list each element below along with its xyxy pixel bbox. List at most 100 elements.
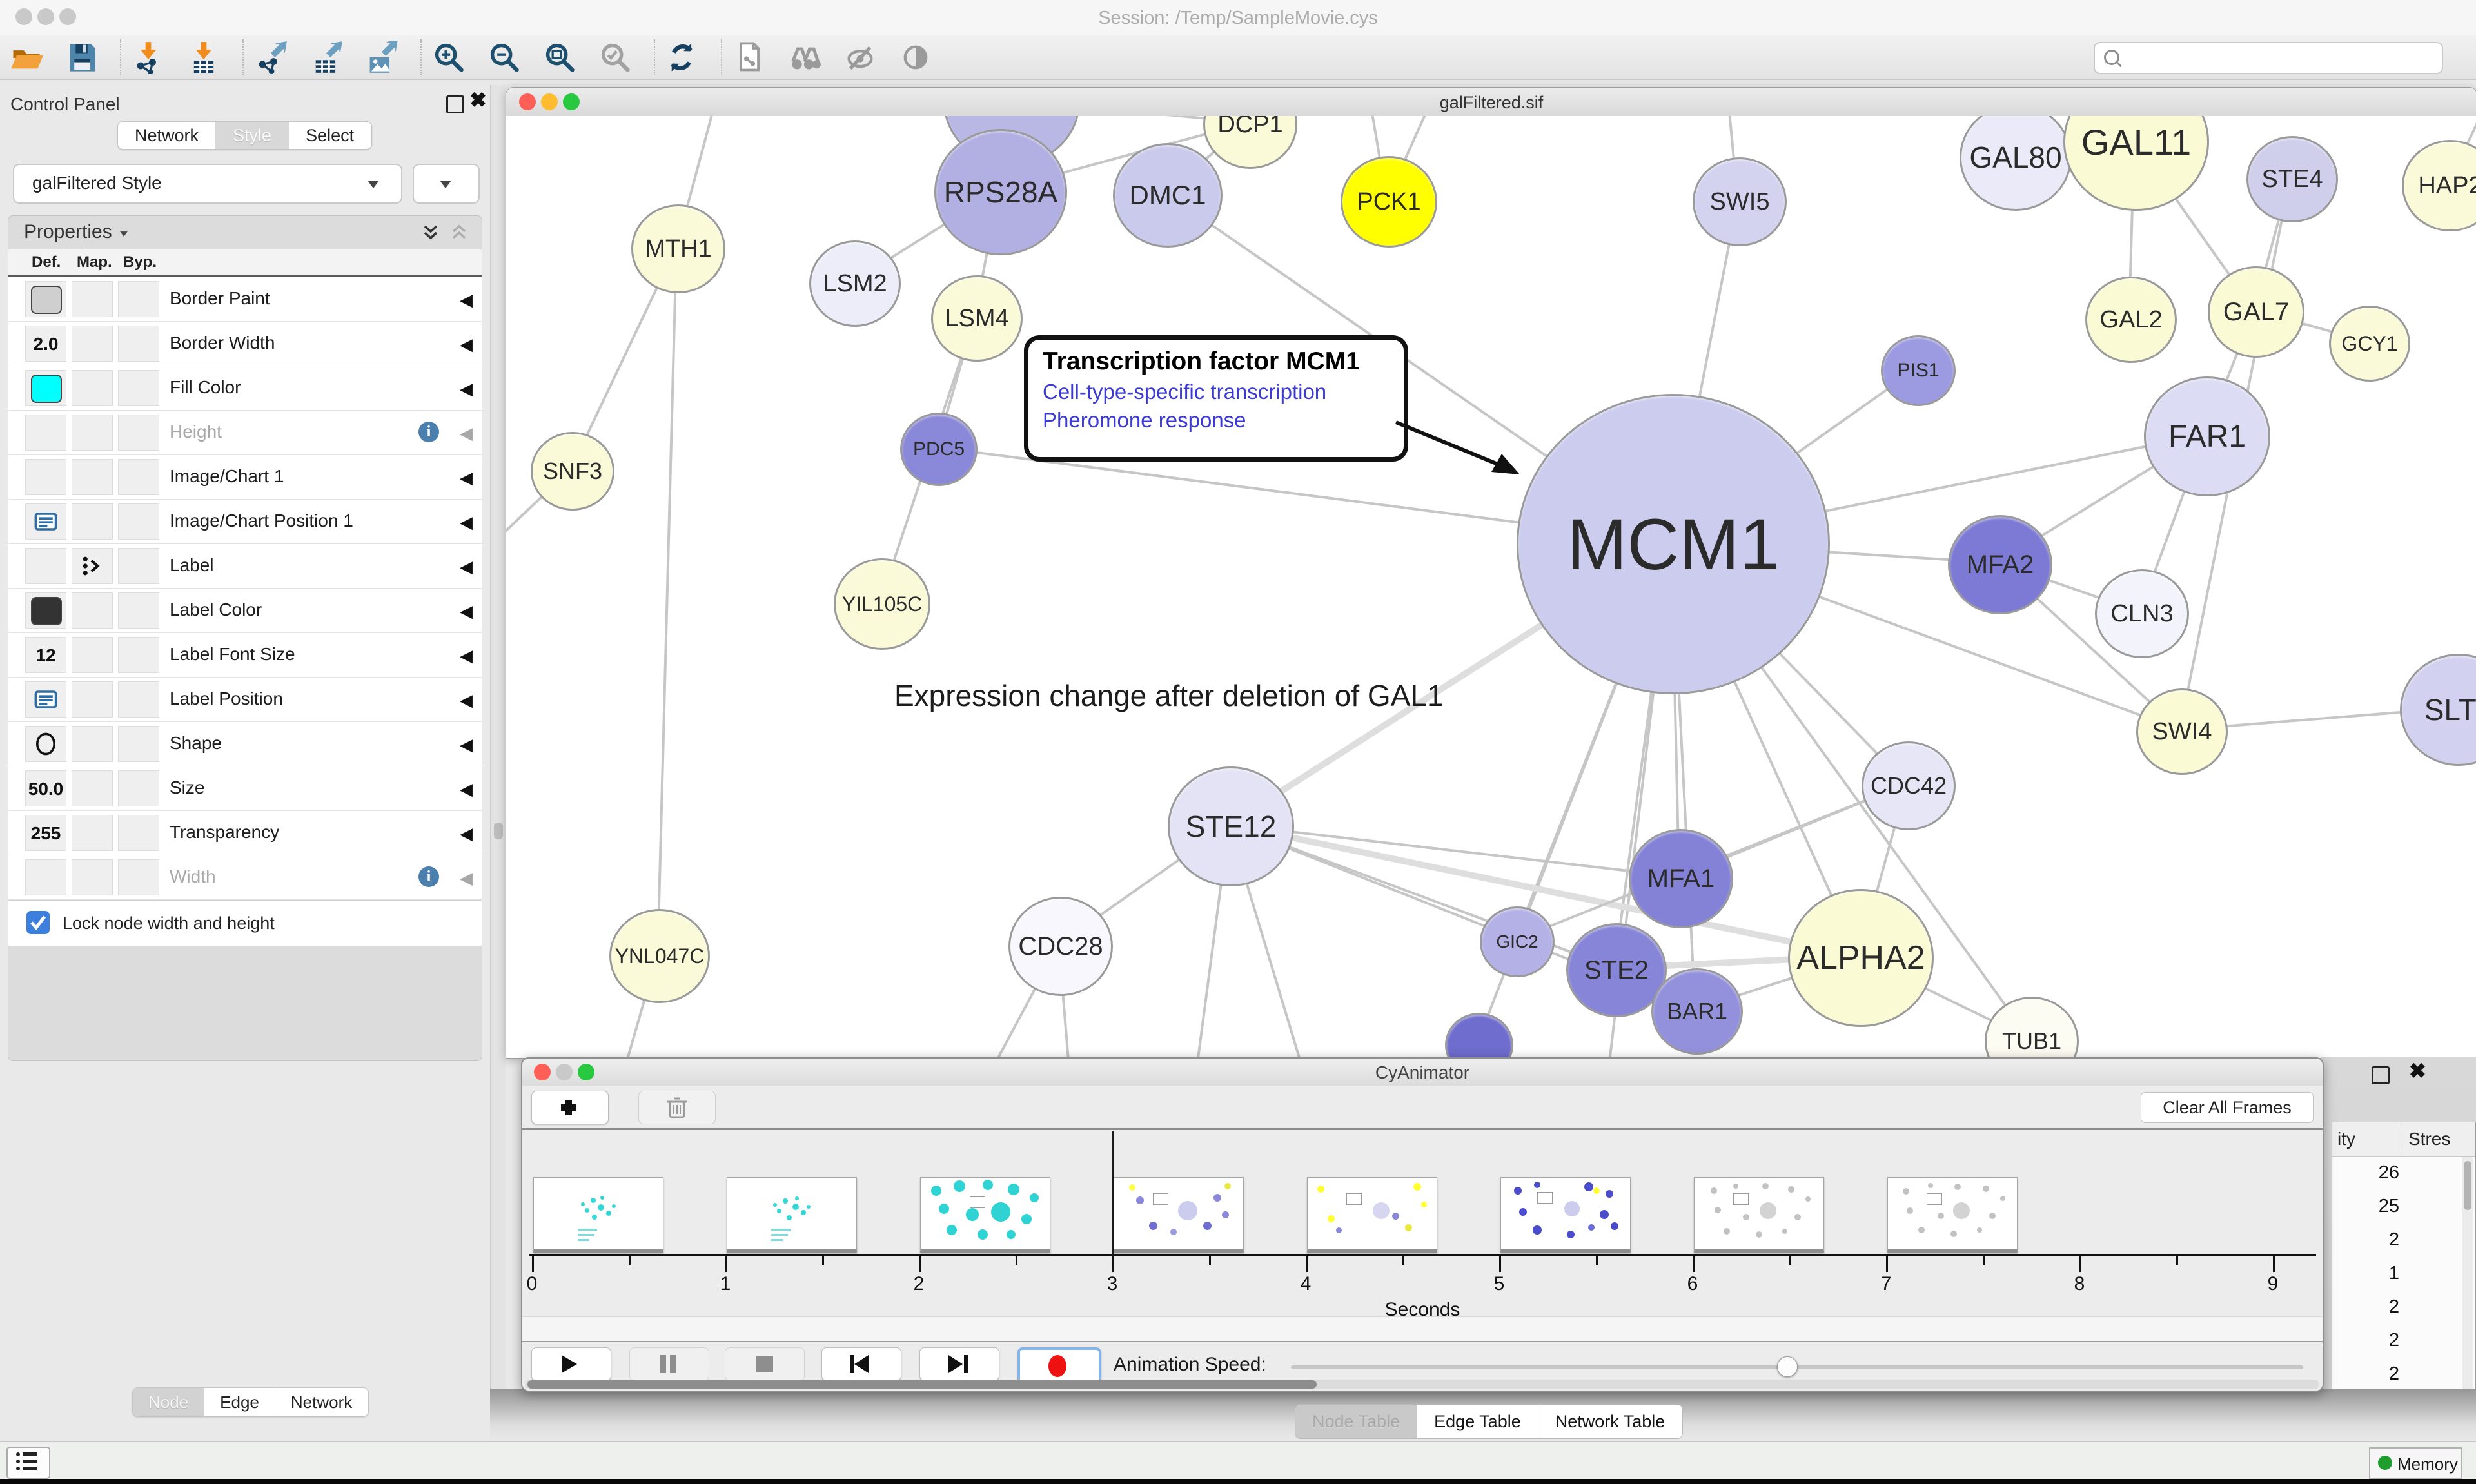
float-panel-icon[interactable]	[2372, 1066, 2390, 1084]
task-history-button[interactable]	[6, 1447, 50, 1479]
default-value-cell[interactable]	[25, 548, 66, 584]
annotation-link[interactable]: Pheromone response	[1043, 408, 1404, 433]
panel-tab-network[interactable]: Network	[275, 1388, 368, 1416]
node-PDC5[interactable]: PDC5	[900, 413, 978, 486]
mapping-cell[interactable]	[72, 459, 113, 495]
export-table-icon[interactable]	[310, 41, 343, 74]
mapping-cell[interactable]	[72, 637, 113, 673]
property-row-fill-color[interactable]: Fill Color◀	[8, 366, 482, 411]
bypass-cell[interactable]	[118, 592, 159, 629]
node-bottom-node[interactable]	[1445, 1013, 1513, 1057]
import-table-icon[interactable]	[187, 41, 221, 74]
default-value-cell[interactable]	[25, 281, 66, 317]
panel-tab-node[interactable]: Node	[133, 1388, 204, 1416]
panel-tab-edge[interactable]: Edge	[204, 1388, 275, 1416]
property-row-height[interactable]: Heighti◀	[8, 411, 482, 455]
bypass-cell[interactable]	[118, 503, 159, 540]
node-LSM2[interactable]: LSM2	[809, 240, 901, 327]
save-session-icon[interactable]	[64, 41, 98, 74]
property-row-label-font-size[interactable]: 12Label Font Size◀	[8, 633, 482, 678]
expand-row-icon[interactable]: ◀	[460, 779, 473, 799]
tab-select[interactable]: Select	[289, 122, 371, 149]
expand-row-icon[interactable]: ◀	[460, 601, 473, 621]
cyanimator-titlebar[interactable]: CyAnimator	[522, 1059, 2323, 1086]
node-MFA1[interactable]: MFA1	[1629, 829, 1733, 928]
node-STE4[interactable]: STE4	[2246, 136, 2338, 222]
frame-thumbnail-7[interactable]	[1694, 1177, 1824, 1253]
scrollbar-thumb[interactable]	[527, 1380, 1317, 1389]
expand-row-icon[interactable]: ◀	[460, 646, 473, 666]
properties-header[interactable]: Properties	[8, 216, 482, 247]
property-row-label[interactable]: Label◀	[8, 544, 482, 589]
node-LSM4[interactable]: LSM4	[931, 275, 1023, 362]
expand-row-icon[interactable]: ◀	[460, 690, 473, 710]
refresh-icon[interactable]	[665, 41, 699, 74]
tab-node-table[interactable]: Node Table	[1295, 1405, 1417, 1438]
node-SWI5[interactable]: SWI5	[1693, 157, 1787, 246]
close-panel-icon[interactable]: ✖	[469, 93, 487, 107]
node-STE12[interactable]: STE12	[1168, 766, 1294, 886]
mapping-cell[interactable]	[72, 503, 113, 540]
expand-row-icon[interactable]: ◀	[460, 290, 473, 310]
default-value-cell[interactable]	[25, 681, 66, 718]
table-cell-value[interactable]: 2	[2335, 1330, 2399, 1351]
property-row-size[interactable]: 50.0Size◀	[8, 766, 482, 811]
bypass-cell[interactable]	[118, 681, 159, 718]
lock-size-checkbox[interactable]	[26, 911, 50, 934]
node-YNL047C[interactable]: YNL047C	[609, 909, 710, 1003]
zoom-fit-icon[interactable]	[543, 41, 576, 74]
skip-start-button[interactable]	[821, 1347, 901, 1381]
node-SNF3[interactable]: SNF3	[531, 432, 614, 511]
expand-row-icon[interactable]: ◀	[460, 379, 473, 399]
frame-thumbnail-8[interactable]	[1887, 1177, 2018, 1253]
property-row-label-position[interactable]: Label Position◀	[8, 678, 482, 722]
property-row-border-width[interactable]: 2.0Border Width◀	[8, 322, 482, 366]
bypass-cell[interactable]	[118, 548, 159, 584]
property-row-label-color[interactable]: Label Color◀	[8, 589, 482, 633]
default-value-cell[interactable]: 50.0	[25, 770, 66, 806]
node-HAP2[interactable]: HAP2	[2402, 140, 2476, 231]
playhead[interactable]	[1112, 1131, 1114, 1255]
node-SWI4[interactable]: SWI4	[2136, 688, 2228, 775]
tab-style[interactable]: Style	[216, 122, 289, 149]
mapping-cell[interactable]	[72, 281, 113, 317]
mapping-cell[interactable]	[72, 726, 113, 762]
table-cell-value[interactable]: 2	[2335, 1363, 2399, 1385]
table-cell-value[interactable]: 25	[2335, 1196, 2399, 1217]
tab-network[interactable]: Network	[118, 122, 216, 149]
mapping-cell[interactable]	[72, 770, 113, 806]
default-value-cell[interactable]	[25, 859, 66, 895]
frame-thumbnail-5[interactable]	[1307, 1177, 1437, 1253]
mapping-cell[interactable]	[72, 859, 113, 895]
bypass-cell[interactable]	[118, 415, 159, 451]
scrollbar-thumb[interactable]	[2464, 1161, 2471, 1210]
default-value-cell[interactable]	[25, 459, 66, 495]
node-DMC1[interactable]: DMC1	[1113, 143, 1223, 248]
expand-row-icon[interactable]: ◀	[460, 824, 473, 844]
expand-row-icon[interactable]: ◀	[460, 868, 473, 888]
column-stress[interactable]: Stres	[2408, 1129, 2450, 1149]
bypass-cell[interactable]	[118, 281, 159, 317]
node-GIC2[interactable]: GIC2	[1480, 906, 1555, 977]
timeline[interactable]: 0123456789 Seconds	[522, 1130, 2323, 1316]
frame-thumbnail-2[interactable]	[727, 1177, 857, 1253]
default-value-cell[interactable]	[25, 415, 66, 451]
expand-row-icon[interactable]: ◀	[460, 513, 473, 532]
property-row-transparency[interactable]: 255Transparency◀	[8, 811, 482, 855]
table-cell-value[interactable]: 2	[2335, 1296, 2399, 1318]
open-session-icon[interactable]	[9, 41, 43, 74]
node-SLT2[interactable]: SLT2	[2400, 654, 2476, 766]
tab-edge-table[interactable]: Edge Table	[1417, 1405, 1538, 1438]
style-selector[interactable]: galFiltered Style	[13, 164, 402, 204]
property-row-width[interactable]: Widthi◀	[8, 855, 482, 900]
mapping-cell[interactable]	[72, 681, 113, 718]
node-PIS1[interactable]: PIS1	[1881, 335, 1956, 406]
expand-row-icon[interactable]: ◀	[460, 468, 473, 488]
column-ity[interactable]: ity	[2337, 1129, 2355, 1149]
bypass-cell[interactable]	[118, 815, 159, 851]
delete-frame-button[interactable]	[638, 1091, 716, 1124]
export-network-icon[interactable]	[254, 41, 288, 74]
expand-row-icon[interactable]: ◀	[460, 557, 473, 577]
default-value-cell[interactable]	[25, 503, 66, 540]
table-cell-value[interactable]: 2	[2335, 1229, 2399, 1251]
